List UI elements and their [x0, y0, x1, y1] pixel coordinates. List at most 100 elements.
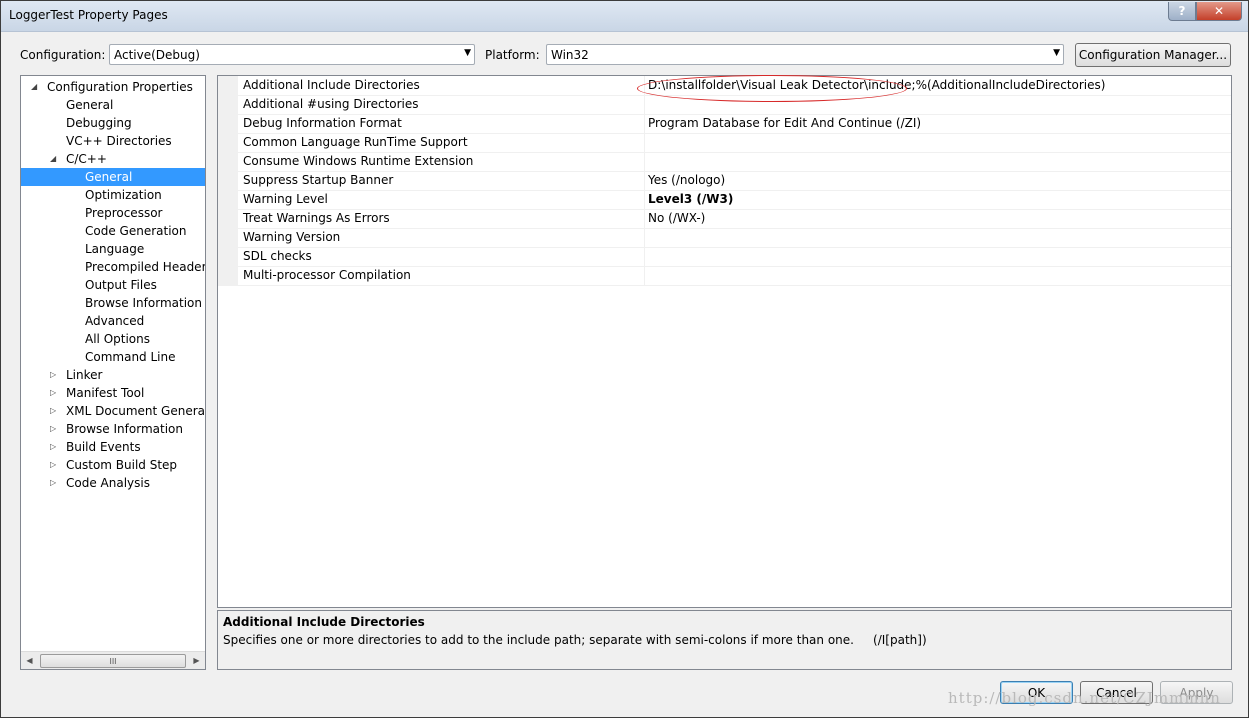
tree-item[interactable]: ▷ Code Analysis: [21, 474, 205, 492]
collapsed-triangle-icon[interactable]: ▷: [50, 384, 60, 402]
tree-item[interactable]: Command Line: [21, 348, 205, 366]
tree-item[interactable]: Preprocessor: [21, 204, 205, 222]
property-value[interactable]: Program Database for Edit And Continue (…: [648, 116, 921, 130]
property-name: Debug Information Format: [243, 116, 402, 130]
property-row[interactable]: SDL checks: [218, 247, 1231, 267]
tree-item-label: Custom Build Step: [66, 458, 178, 472]
tree-item[interactable]: Code Generation: [21, 222, 205, 240]
collapsed-triangle-icon[interactable]: ▷: [50, 402, 60, 420]
tree-item[interactable]: ◢ Configuration Properties: [21, 78, 205, 96]
tree-item[interactable]: Output Files: [21, 276, 205, 294]
property-grid[interactable]: Additional Include Directories D:\install…: [217, 75, 1232, 608]
tree-item[interactable]: Optimization: [21, 186, 205, 204]
property-row[interactable]: Warning Version: [218, 228, 1231, 248]
property-row[interactable]: Multi-processor Compilation: [218, 266, 1231, 286]
configuration-label: Configuration:: [20, 48, 106, 62]
tree-item-label: General: [85, 170, 133, 184]
configuration-dropdown[interactable]: Active(Debug) ▼: [109, 44, 475, 65]
chevron-down-icon: ▼: [1053, 48, 1060, 58]
property-row[interactable]: Debug Information Format Program Database…: [218, 114, 1231, 134]
tree-item[interactable]: Debugging: [21, 114, 205, 132]
tree-item-label: Code Generation: [85, 224, 187, 238]
ok-button[interactable]: OK: [1000, 681, 1073, 704]
row-gutter: [218, 152, 238, 171]
property-tree[interactable]: ◢ Configuration Properties General Debuggin…: [20, 75, 206, 670]
description-panel: Additional Include Directories Specifies…: [217, 610, 1232, 670]
scroll-left-icon[interactable]: ◀: [21, 652, 38, 669]
property-value[interactable]: Yes (/nologo): [648, 173, 725, 187]
property-name: Common Language RunTime Support: [243, 135, 468, 149]
property-value[interactable]: No (/WX-): [648, 211, 705, 225]
row-gutter: [218, 190, 238, 209]
expanded-triangle-icon[interactable]: ◢: [31, 78, 41, 96]
property-row[interactable]: Additional Include Directories D:\install…: [218, 76, 1231, 96]
cancel-label: Cancel: [1096, 685, 1137, 700]
property-row[interactable]: Warning Level Level3 (/W3): [218, 190, 1231, 210]
tree-item-label: Browse Information: [85, 296, 202, 310]
tree-item-label: Preprocessor: [85, 206, 163, 220]
row-gutter: [218, 209, 238, 228]
tree-item-label: Output Files: [85, 278, 157, 292]
apply-button[interactable]: Apply: [1160, 681, 1233, 704]
row-gutter: [218, 228, 238, 247]
property-row[interactable]: Common Language RunTime Support: [218, 133, 1231, 153]
tree-item[interactable]: Language: [21, 240, 205, 258]
collapsed-triangle-icon[interactable]: ▷: [50, 456, 60, 474]
chevron-down-icon: ▼: [464, 48, 471, 58]
property-row[interactable]: Additional #using Directories: [218, 95, 1231, 115]
tree-item[interactable]: ◢ C/C++: [21, 150, 205, 168]
property-pages-dialog: LoggerTest Property Pages ? ✕ Configurat…: [0, 0, 1249, 718]
scroll-right-icon[interactable]: ▶: [188, 652, 205, 669]
tree-item[interactable]: Precompiled Headers: [21, 258, 205, 276]
tree-item[interactable]: VC++ Directories: [21, 132, 205, 150]
column-divider: [644, 171, 645, 190]
tree-item[interactable]: ▷ Browse Information: [21, 420, 205, 438]
property-value[interactable]: D:\installfolder\Visual Leak Detector\in…: [648, 78, 1105, 92]
tree-item[interactable]: ▷ Custom Build Step: [21, 456, 205, 474]
collapsed-triangle-icon[interactable]: ▷: [50, 438, 60, 456]
configuration-manager-button[interactable]: Configuration Manager...: [1075, 43, 1231, 67]
tree-item-label: Linker: [66, 368, 103, 382]
row-gutter: [218, 171, 238, 190]
row-gutter: [218, 76, 238, 95]
tree-item[interactable]: ▷ Build Events: [21, 438, 205, 456]
collapsed-triangle-icon[interactable]: ▷: [50, 420, 60, 438]
property-value[interactable]: Level3 (/W3): [648, 192, 733, 206]
description-text: Specifies one or more directories to add…: [223, 633, 927, 647]
column-divider: [644, 209, 645, 228]
property-row[interactable]: Suppress Startup Banner Yes (/nologo): [218, 171, 1231, 191]
collapsed-triangle-icon[interactable]: ▷: [50, 474, 60, 492]
apply-label: Apply: [1179, 685, 1214, 700]
column-divider: [644, 76, 645, 95]
tree-item[interactable]: General: [21, 168, 205, 186]
tree-item[interactable]: Advanced: [21, 312, 205, 330]
platform-dropdown[interactable]: Win32 ▼: [546, 44, 1064, 65]
platform-label: Platform:: [485, 48, 540, 62]
description-title: Additional Include Directories: [223, 615, 425, 629]
tree-horizontal-scrollbar[interactable]: ◀ III ▶: [21, 651, 205, 669]
tree-item-label: Configuration Properties: [47, 80, 193, 94]
tree-item-label: Build Events: [66, 440, 141, 454]
collapsed-triangle-icon[interactable]: ▷: [50, 366, 60, 384]
help-icon: ?: [1178, 4, 1186, 18]
tree-item-label: General: [66, 98, 114, 112]
close-button[interactable]: ✕: [1196, 2, 1242, 21]
configuration-manager-label: Configuration Manager...: [1078, 48, 1228, 62]
help-button[interactable]: ?: [1168, 2, 1196, 21]
title-bar[interactable]: LoggerTest Property Pages ? ✕: [1, 1, 1248, 32]
expanded-triangle-icon[interactable]: ◢: [50, 150, 60, 168]
tree-item[interactable]: All Options: [21, 330, 205, 348]
tree-item[interactable]: ▷ Linker: [21, 366, 205, 384]
tree-item[interactable]: General: [21, 96, 205, 114]
property-name: Multi-processor Compilation: [243, 268, 411, 282]
property-row[interactable]: Treat Warnings As Errors No (/WX-): [218, 209, 1231, 229]
property-row[interactable]: Consume Windows Runtime Extension: [218, 152, 1231, 172]
tree-item[interactable]: ▷ XML Document Generator: [21, 402, 205, 420]
cancel-button[interactable]: Cancel: [1080, 681, 1153, 704]
tree-item[interactable]: Browse Information: [21, 294, 205, 312]
scroll-thumb[interactable]: III: [40, 654, 186, 668]
row-gutter: [218, 95, 238, 114]
column-divider: [644, 114, 645, 133]
tree-item-label: Advanced: [85, 314, 145, 328]
tree-item[interactable]: ▷ Manifest Tool: [21, 384, 205, 402]
